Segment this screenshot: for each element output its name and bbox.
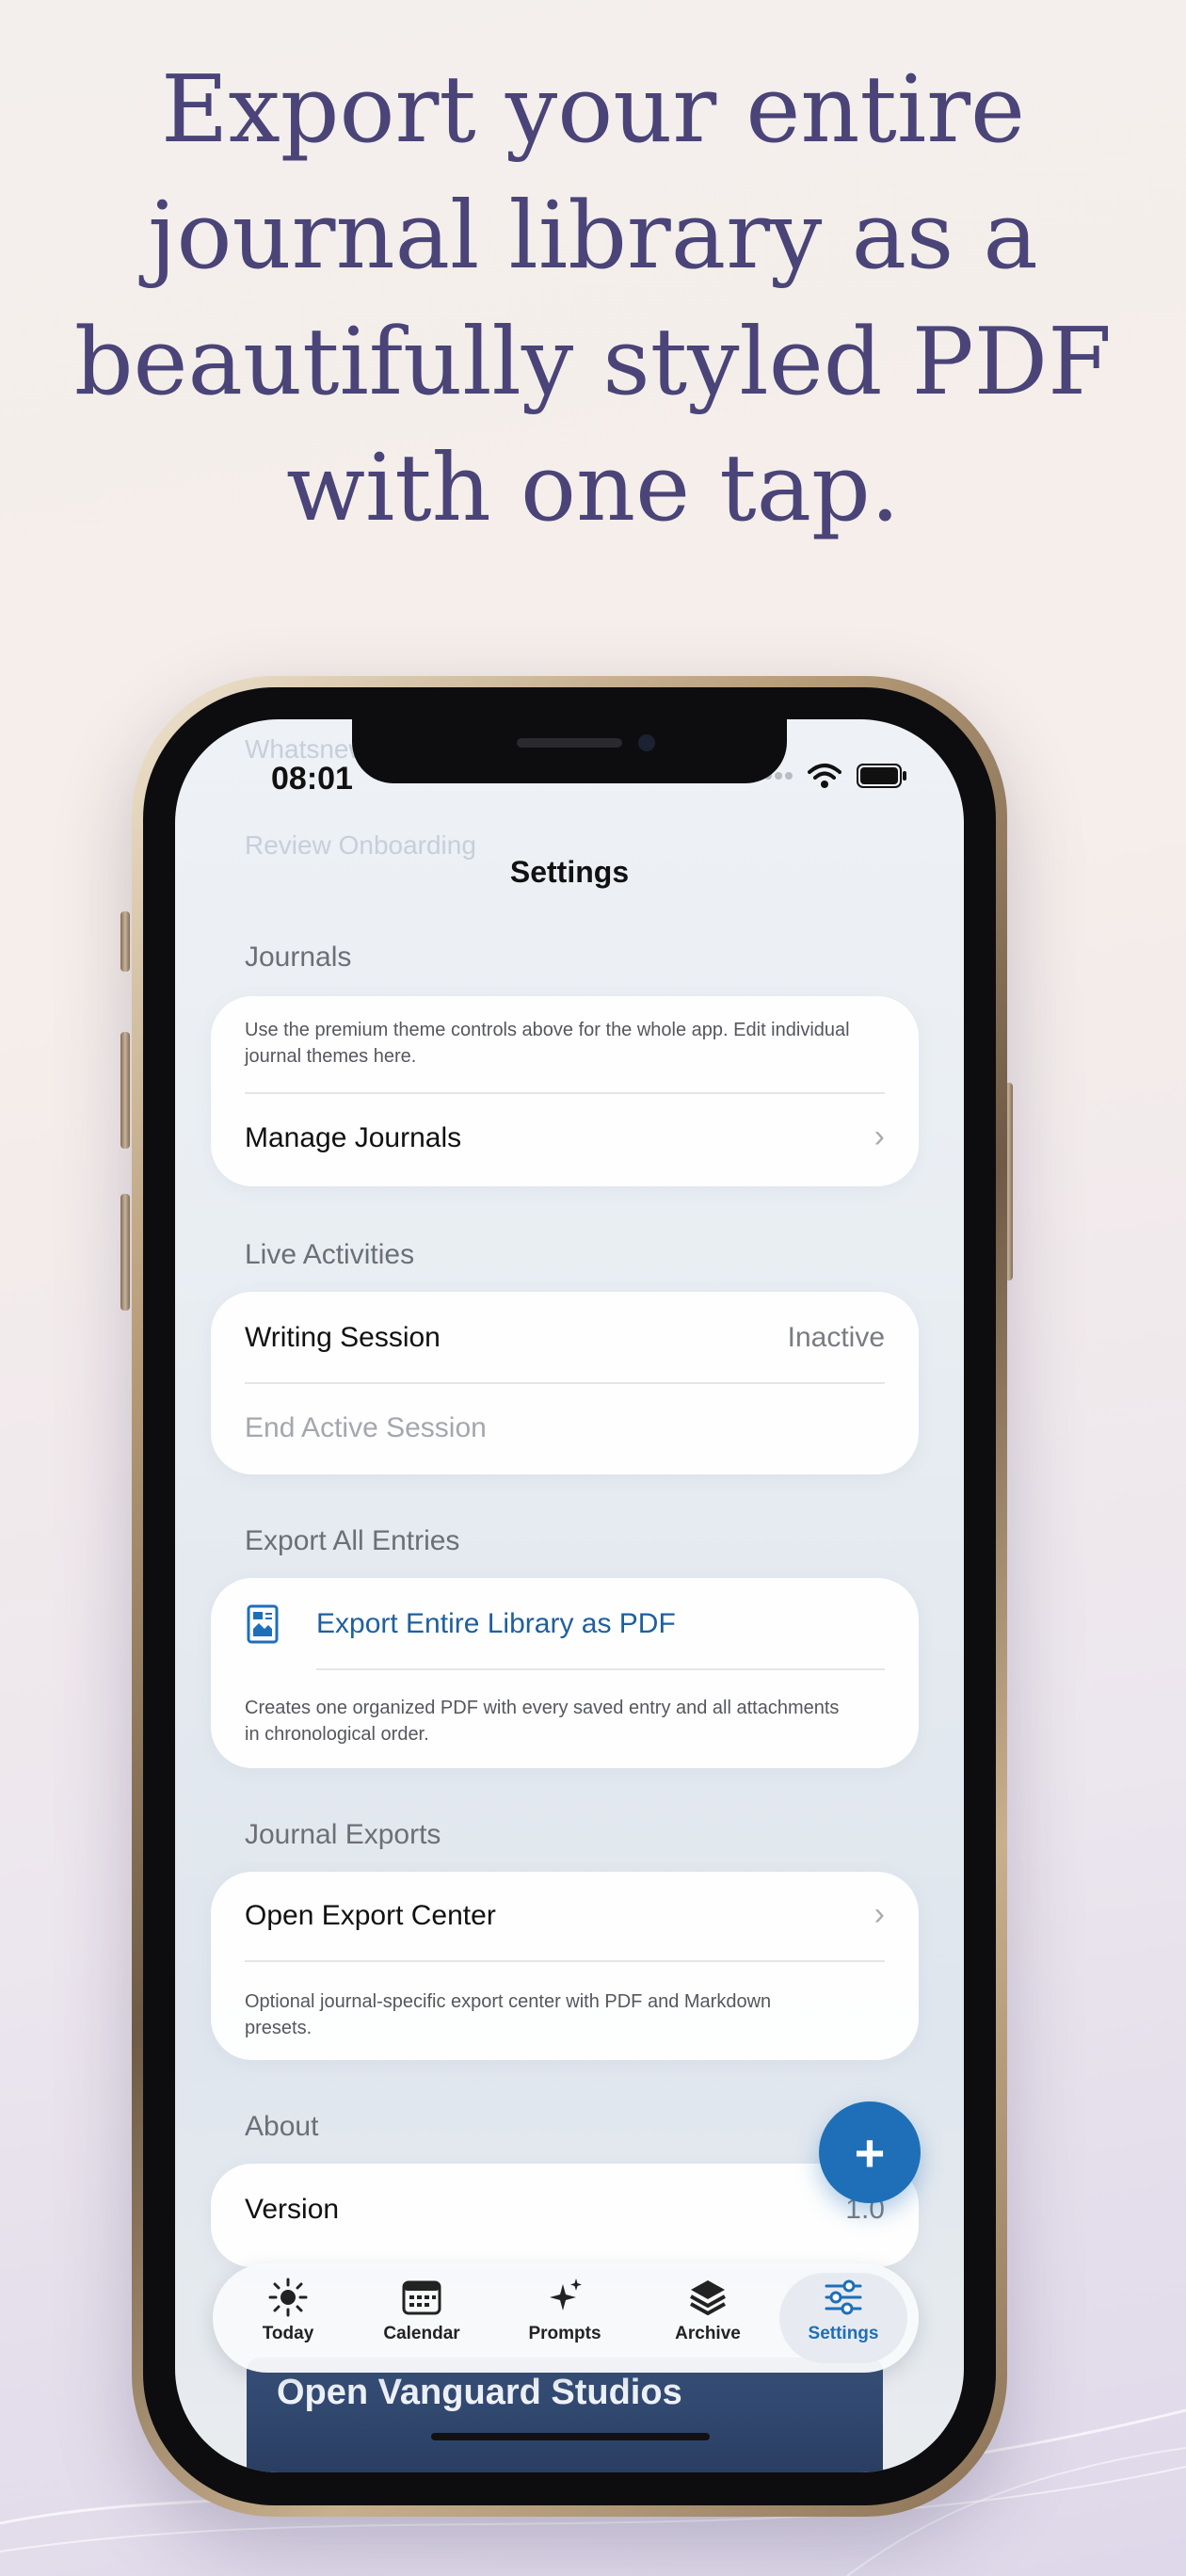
section-header-export-all: Export All Entries bbox=[245, 1525, 460, 1556]
manage-journals-row[interactable]: Manage Journals › bbox=[211, 1094, 919, 1186]
phone-screen: Whatsnew Review Onboarding 08:01 Setting… bbox=[175, 719, 964, 2472]
layers-icon bbox=[690, 2280, 726, 2315]
status-time: 08:01 bbox=[271, 761, 353, 797]
section-header-about: About bbox=[245, 2111, 319, 2142]
journal-exports-card: Open Export Center › Optional journal-sp… bbox=[211, 1872, 919, 2060]
tab-settings[interactable]: Settings bbox=[779, 2273, 907, 2363]
end-active-session-button[interactable]: End Active Session bbox=[245, 1412, 487, 1444]
tab-label: Settings bbox=[808, 2324, 879, 2343]
open-export-center-label: Open Export Center bbox=[245, 1900, 496, 1931]
tab-label: Prompts bbox=[528, 2324, 601, 2343]
live-activities-card: Writing Session Inactive End Active Sess… bbox=[211, 1292, 919, 1474]
chevron-right-icon: › bbox=[873, 1119, 885, 1154]
tab-label: Archive bbox=[675, 2324, 741, 2343]
section-header-live-activities: Live Activities bbox=[245, 1239, 415, 1270]
open-export-center-row[interactable]: Open Export Center › bbox=[211, 1872, 919, 1960]
divider bbox=[245, 1960, 885, 1962]
writing-session-row: Writing Session Inactive bbox=[211, 1292, 919, 1382]
journal-exports-note: Optional journal-specific export center … bbox=[245, 1991, 772, 2038]
home-indicator[interactable] bbox=[431, 2433, 710, 2440]
tab-calendar[interactable]: Calendar bbox=[358, 2273, 486, 2363]
headline: Export your entire journal library as a … bbox=[73, 56, 1113, 542]
tab-today[interactable]: Today bbox=[224, 2273, 352, 2363]
section-header-journals: Journals bbox=[245, 942, 352, 973]
chevron-right-icon: › bbox=[873, 1896, 885, 1932]
tab-archive[interactable]: Archive bbox=[644, 2273, 772, 2363]
writing-session-status: Inactive bbox=[787, 1322, 885, 1353]
sparkles-icon bbox=[550, 2278, 582, 2310]
tab-label: Today bbox=[262, 2324, 314, 2343]
divider bbox=[316, 1668, 885, 1670]
page-title: Settings bbox=[509, 855, 630, 889]
divider bbox=[245, 1382, 885, 1384]
sun-icon bbox=[268, 2278, 308, 2317]
tab-bar: Today Calendar Prompts Archive Settings bbox=[213, 2263, 919, 2373]
phone-notch bbox=[352, 719, 787, 783]
sliders-icon bbox=[825, 2279, 862, 2315]
export-library-label: Export Entire Library as PDF bbox=[316, 1608, 676, 1639]
section-header-journal-exports: Journal Exports bbox=[245, 1819, 441, 1850]
version-label: Version bbox=[245, 2194, 340, 2225]
wifi-icon bbox=[808, 764, 841, 788]
manage-journals-label: Manage Journals bbox=[245, 1122, 462, 1153]
front-camera bbox=[638, 734, 655, 751]
battery-icon bbox=[857, 764, 906, 788]
add-entry-button[interactable]: + bbox=[819, 2101, 921, 2203]
phone-volume-up bbox=[120, 1032, 130, 1149]
writing-session-label: Writing Session bbox=[245, 1322, 441, 1353]
tab-prompts[interactable]: Prompts bbox=[501, 2273, 629, 2363]
calendar-icon bbox=[402, 2280, 441, 2315]
banner-text: Open Vanguard Studios bbox=[277, 2373, 682, 2412]
phone-silent-switch bbox=[120, 911, 130, 972]
export-all-note: Creates one organized PDF with every sav… bbox=[245, 1698, 840, 1745]
export-library-button[interactable]: Export Entire Library as PDF bbox=[211, 1578, 919, 1668]
earpiece-speaker bbox=[517, 738, 622, 748]
journals-note: Use the premium theme controls above for… bbox=[245, 1020, 850, 1067]
tab-label: Calendar bbox=[383, 2324, 460, 2343]
export-all-card: Export Entire Library as PDF Creates one… bbox=[211, 1578, 919, 1768]
pdf-document-icon bbox=[247, 1604, 279, 1644]
about-card: Version 1.0 bbox=[211, 2164, 919, 2267]
phone-volume-down bbox=[120, 1194, 130, 1311]
studio-banner: Open Vanguard Studios bbox=[247, 2358, 883, 2472]
journals-card: Use the premium theme controls above for… bbox=[211, 996, 919, 1186]
